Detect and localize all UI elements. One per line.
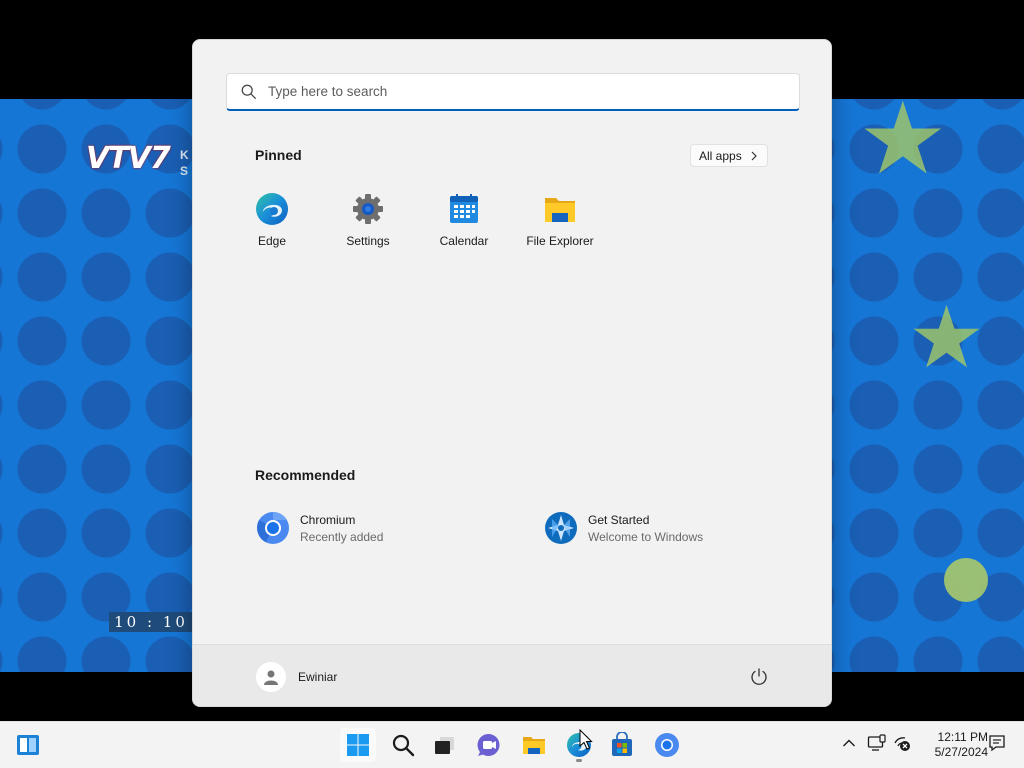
- calendar-icon: [450, 194, 478, 223]
- pinned-app-label: Calendar: [439, 234, 489, 248]
- recommended-item-subtitle: Recently added: [300, 529, 384, 544]
- get-started-icon: [545, 512, 577, 544]
- folder-icon: [523, 737, 545, 754]
- power-icon[interactable]: [748, 666, 770, 688]
- pinned-app-edge[interactable]: Edge: [224, 190, 320, 252]
- clock-time: 12:11 PM: [937, 730, 988, 744]
- task-view-icon: [435, 737, 454, 754]
- video-clock: 10 : 10: [109, 612, 193, 632]
- search-box[interactable]: [226, 73, 800, 111]
- mouse-cursor-icon: [579, 729, 593, 750]
- search-input[interactable]: [268, 84, 768, 99]
- avatar: [256, 662, 286, 692]
- taskbar-search-button[interactable]: [385, 728, 421, 762]
- taskbar-store-button[interactable]: [604, 728, 640, 762]
- store-icon: [612, 732, 632, 756]
- dot-decoration: [944, 558, 988, 602]
- display-icon: [867, 734, 886, 751]
- gear-icon: [353, 194, 383, 224]
- taskbar-chat-button[interactable]: [471, 728, 507, 762]
- chromium-icon: [655, 733, 679, 757]
- channel-subtext: K S: [180, 148, 189, 178]
- star-decoration: ★: [908, 290, 986, 386]
- edge-icon: [256, 193, 288, 225]
- teams-chat-icon: [477, 733, 500, 756]
- avatar-icon: [264, 670, 278, 685]
- taskbar: 12:11 PM 5/27/2024: [0, 721, 1024, 768]
- chevron-up-icon: [843, 739, 855, 747]
- taskbar-file-explorer-button[interactable]: [516, 728, 552, 762]
- search-icon: [241, 84, 256, 99]
- taskbar-clock[interactable]: 12:11 PM 5/27/2024: [918, 730, 988, 760]
- widgets-button[interactable]: [10, 728, 46, 762]
- pinned-title: Pinned: [255, 147, 302, 163]
- taskbar-start-button[interactable]: [340, 728, 376, 762]
- taskbar-task-view-button[interactable]: [426, 728, 462, 762]
- recommended-item-get-started[interactable]: Get Started Welcome to Windows: [541, 506, 811, 550]
- notification-button[interactable]: [986, 732, 1008, 754]
- network-tray-button[interactable]: [891, 732, 913, 754]
- user-name: Ewiniar: [298, 670, 338, 684]
- pinned-app-file-explorer[interactable]: File Explorer: [512, 190, 608, 252]
- all-apps-button[interactable]: All apps: [690, 144, 768, 167]
- pinned-app-label: Edge: [257, 234, 287, 248]
- pinned-apps: Edge Settings Calendar File Explorer: [224, 190, 608, 252]
- pinned-app-label: File Explorer: [526, 234, 594, 248]
- running-indicator: [576, 759, 582, 762]
- search-icon: [392, 734, 415, 757]
- recommended-item-subtitle: Welcome to Windows: [588, 529, 704, 544]
- show-hidden-icons-button[interactable]: [838, 732, 860, 754]
- pinned-app-calendar[interactable]: Calendar: [416, 190, 512, 252]
- windows-logo-icon: [347, 734, 369, 756]
- display-tray-button[interactable]: [866, 732, 888, 754]
- taskbar-chromium-button[interactable]: [649, 728, 685, 762]
- pinned-app-label: Settings: [346, 234, 390, 248]
- recommended-item-chromium[interactable]: Chromium Recently added: [253, 506, 523, 550]
- chromium-icon: [257, 511, 289, 544]
- network-disconnected-icon: [894, 737, 910, 751]
- channel-logo: VTV7: [86, 141, 171, 176]
- all-apps-label: All apps: [699, 148, 742, 163]
- recommended-item-name: Get Started: [588, 512, 650, 527]
- notification-icon: [989, 735, 1005, 752]
- user-account-button[interactable]: Ewiniar: [256, 660, 337, 694]
- recommended-item-name: Chromium: [300, 512, 356, 527]
- start-menu: Pinned All apps Edge: [192, 39, 832, 707]
- chevron-right-icon: [751, 151, 757, 160]
- pinned-app-settings[interactable]: Settings: [320, 190, 416, 252]
- recommended-title: Recommended: [255, 467, 356, 483]
- start-footer: Ewiniar: [193, 644, 831, 706]
- folder-icon: [545, 198, 575, 222]
- clock-date: 5/27/2024: [934, 745, 988, 759]
- widgets-icon: [17, 735, 39, 755]
- star-decoration: ★: [858, 99, 948, 195]
